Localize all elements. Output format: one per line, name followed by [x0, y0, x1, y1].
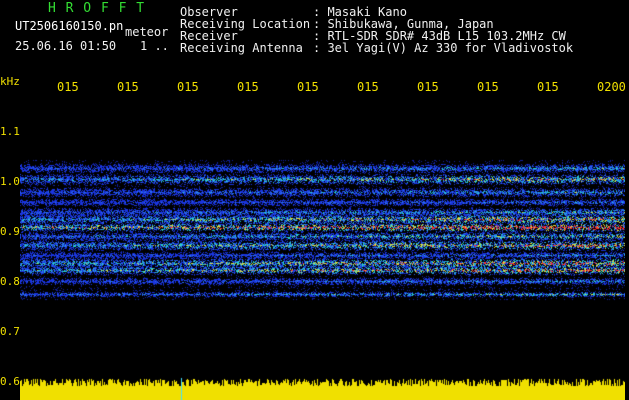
app-brand: H R O F F T	[48, 1, 146, 16]
y-tick-0-7: 0.7	[0, 325, 20, 338]
x-tick-10: 0200	[597, 80, 626, 94]
x-tick-2: 015	[117, 80, 139, 94]
mode-label: meteor	[125, 25, 169, 39]
x-tick-5: 015	[297, 80, 319, 94]
x-tick-6: 015	[357, 80, 379, 94]
x-tick-7: 015	[417, 80, 439, 94]
x-tick-3: 015	[177, 80, 199, 94]
filename-label: UT2506160150.pn	[15, 19, 124, 33]
y-tick-0-6: 0.6	[0, 375, 20, 388]
y-tick-1-1: 1.1	[0, 125, 20, 138]
spectrogram-canvas	[20, 95, 625, 400]
y-tick-1-0: 1.0	[0, 175, 20, 188]
page-indicator: 1 ..	[140, 39, 169, 53]
x-tick-1: 015	[57, 80, 79, 94]
datetime-label: 25.06.16 01:50	[15, 39, 117, 53]
x-tick-4: 015	[237, 80, 259, 94]
field-value-antenna: : 3el Yagi(V) Az 330 for Vladivostok	[313, 41, 574, 55]
x-tick-9: 015	[537, 80, 559, 94]
field-label-antenna: Receiving Antenna	[180, 41, 303, 55]
x-tick-8: 015	[477, 80, 499, 94]
y-tick-0-9: 0.9	[0, 225, 20, 238]
y-axis-unit: kHz	[0, 75, 20, 88]
y-tick-0-8: 0.8	[0, 275, 20, 288]
